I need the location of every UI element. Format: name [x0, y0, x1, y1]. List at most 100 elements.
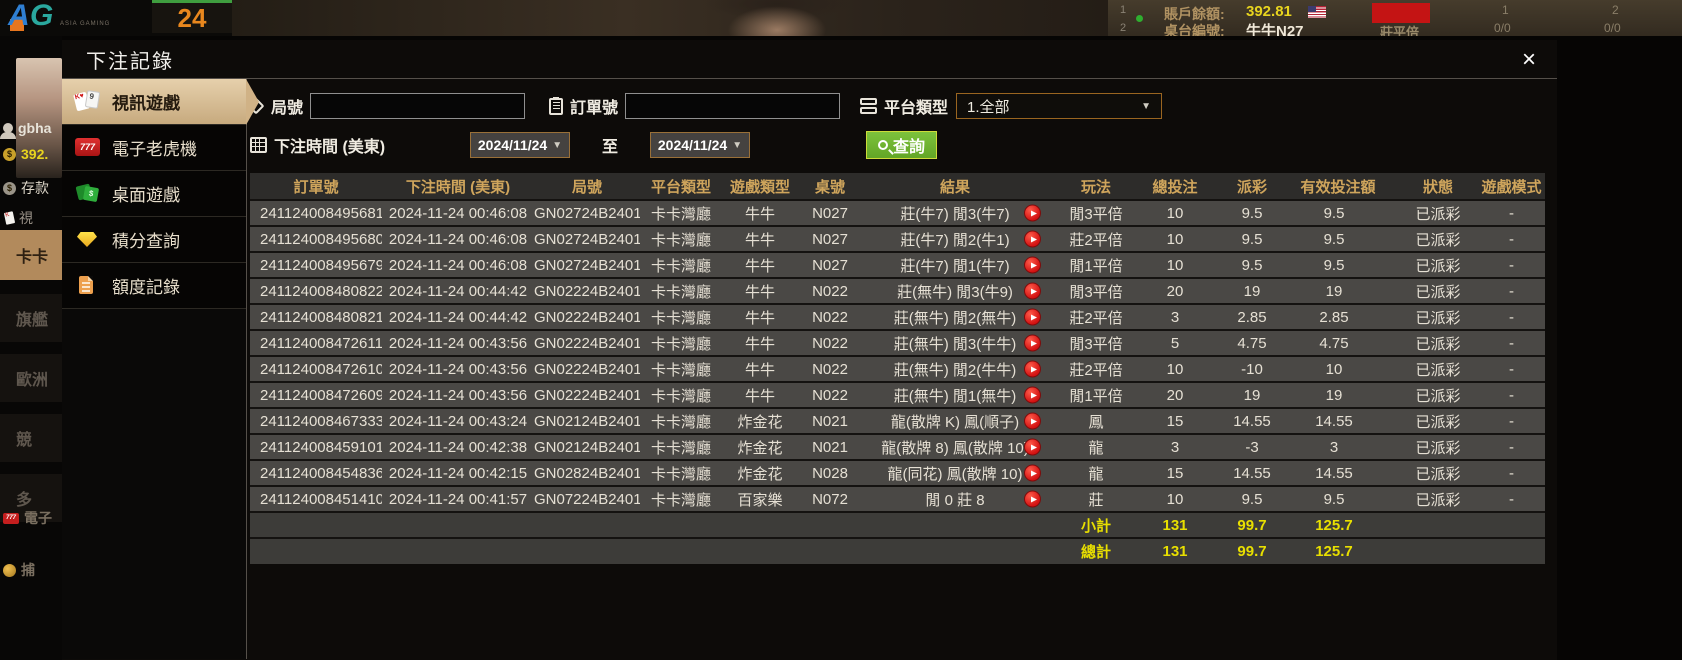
cell-time: 2024-11-24 00:46:08	[382, 199, 534, 226]
cell-total: 20	[1144, 277, 1222, 304]
cell-status: 已派彩	[1398, 251, 1478, 278]
us-flag-icon	[1308, 6, 1326, 18]
video-nav-label: 視	[19, 210, 33, 226]
menu-item-video-games[interactable]: K♥ 9 視訊遊戲	[62, 79, 259, 125]
menu-item-points[interactable]: 積分查詢	[62, 217, 246, 263]
table-games-icon: $	[75, 182, 102, 205]
table-row: 241124008472609 2024-11-24 00:43:56 GN0222…	[250, 381, 1545, 408]
countdown-timer: 24	[152, 0, 232, 33]
grand-total-valid-bet: 125.7	[1298, 537, 1398, 564]
cell-total: 10	[1144, 355, 1222, 382]
cell-payout: 9.5	[1222, 485, 1298, 512]
cell-order: 241124008472610	[250, 355, 382, 382]
order-number-input[interactable]	[625, 93, 841, 119]
cell-mode: -	[1478, 199, 1545, 226]
sidebar-balance: 392.	[21, 146, 49, 162]
subtotal-total-bet: 131	[1144, 511, 1222, 538]
date-to-picker[interactable]: 2024/11/24 ▼	[650, 132, 750, 158]
table-row: 241124008495680 2024-11-24 00:46:08 GN0272…	[250, 225, 1545, 252]
cell-valid: 9.5	[1298, 251, 1398, 278]
subtotal-valid-bet: 125.7	[1298, 511, 1398, 538]
menu-item-table-games[interactable]: $ 桌面遊戲	[62, 171, 246, 217]
deposit-label: 存款	[21, 180, 49, 196]
round-number-input[interactable]	[310, 93, 526, 119]
menu-label: 桌面遊戲	[112, 186, 180, 205]
cell-time: 2024-11-24 00:41:57	[382, 485, 534, 512]
server-icon	[860, 98, 878, 114]
cell-platform: 卡卡灣廳	[640, 485, 722, 512]
bet-records-modal: 下注記錄 × K♥ 9 視訊遊戲 777 電子老虎機 $ 桌面遊戲 積分查詢 額…	[62, 40, 1557, 660]
table-row: 241124008480821 2024-11-24 00:44:42 GN0222…	[250, 303, 1545, 330]
platform-type-select[interactable]: 1.全部 ▼	[956, 93, 1163, 119]
menu-item-quota-records[interactable]: 額度記錄	[62, 263, 246, 309]
filter-row-1: 局號 訂單號 平台類型 1.全部 ▼	[247, 91, 1545, 121]
filter-row-2: 下注時間 (美東) 2024/11/24 ▼ 至 2024/11/24 ▼ 查詢	[250, 130, 1545, 160]
empty-cell	[1478, 511, 1545, 538]
result-text: 莊(無牛) 閒2(牛牛)	[893, 361, 1017, 379]
fish-icon	[3, 563, 16, 577]
cell-mode: -	[1478, 459, 1545, 486]
cards-icon: K	[3, 211, 16, 225]
replay-button[interactable]	[1024, 490, 1041, 508]
replay-button[interactable]	[1024, 334, 1041, 352]
replay-button[interactable]	[1024, 308, 1041, 326]
logo-letter-a: A	[8, 0, 30, 32]
cell-valid: 19	[1298, 277, 1398, 304]
cell-time: 2024-11-24 00:42:15	[382, 459, 534, 486]
username-row: gbha	[0, 120, 52, 139]
logo-letter-g: G	[30, 0, 54, 32]
menu-item-slots[interactable]: 777 電子老虎機	[62, 125, 246, 171]
replay-button[interactable]	[1024, 438, 1041, 456]
replay-button[interactable]	[1024, 464, 1041, 482]
cell-platform: 卡卡灣廳	[640, 459, 722, 486]
bet-records-table: 訂單號 下注時間 (美東) 局號 平台類型 遊戲類型 桌號 結果 玩法 總投注 派彩 有效投注額 狀態…	[250, 173, 1545, 564]
replay-button[interactable]	[1024, 256, 1041, 274]
cell-table: N021	[798, 433, 862, 460]
cell-total: 5	[1144, 329, 1222, 356]
ag-logo: A G ASIA GAMING	[8, 0, 118, 35]
cell-time: 2024-11-24 00:43:56	[382, 355, 534, 382]
cell-mode: -	[1478, 485, 1545, 512]
replay-button[interactable]	[1024, 412, 1041, 430]
cell-platform: 卡卡灣廳	[640, 199, 722, 226]
table-body: 241124008495681 2024-11-24 00:46:08 GN0272…	[250, 199, 1545, 512]
cell-result: 莊(牛7) 閒2(牛1)	[862, 225, 1048, 252]
replay-button[interactable]	[1024, 282, 1041, 300]
empty-cell	[1398, 537, 1478, 564]
cell-play: 閒3平倍	[1048, 199, 1144, 226]
cell-valid: 9.5	[1298, 199, 1398, 226]
replay-button[interactable]	[1024, 386, 1041, 404]
cell-result: 莊(牛7) 閒3(牛7)	[862, 199, 1048, 226]
cell-round: GN02824B2401T	[534, 459, 640, 486]
cell-mode: -	[1478, 381, 1545, 408]
order-number-label: 訂單號	[570, 100, 619, 117]
cell-game: 炸金花	[722, 459, 798, 486]
search-button[interactable]: 查詢	[866, 131, 938, 159]
cell-total: 10	[1144, 485, 1222, 512]
cell-order: 241124008472609	[250, 381, 382, 408]
order-number-label-group: 訂單號	[549, 94, 618, 118]
cell-payout: 2.85	[1222, 303, 1298, 330]
cell-total: 20	[1144, 381, 1222, 408]
result-text: 莊(無牛) 閒3(牛9)	[897, 283, 1013, 301]
sidebar-item-europe: 歐洲	[0, 354, 62, 402]
cell-valid: 14.55	[1298, 407, 1398, 434]
cell-round: GN02224B24016	[534, 303, 640, 330]
result-text: 龍(散牌 K) 鳳(順子)	[890, 413, 1020, 431]
column-header: 訂單號	[250, 173, 382, 200]
platform-type-label: 平台類型	[884, 100, 949, 117]
playing-cards-icon: K♥ 9	[73, 90, 102, 113]
cell-total: 15	[1144, 407, 1222, 434]
replay-button[interactable]	[1024, 360, 1041, 378]
result-text: 龍(同花) 鳳(散牌 10)	[887, 465, 1023, 483]
cell-status: 已派彩	[1398, 329, 1478, 356]
date-from-picker[interactable]: 2024/11/24 ▼	[470, 132, 570, 158]
person-icon	[0, 123, 16, 139]
username: gbha	[18, 120, 52, 136]
cell-order: 241124008454836	[250, 459, 382, 486]
chevron-down-icon: ▼	[552, 139, 563, 151]
replay-button[interactable]	[1024, 204, 1041, 222]
replay-button[interactable]	[1024, 230, 1041, 248]
close-icon[interactable]: ×	[1515, 46, 1543, 74]
cell-result: 莊(無牛) 閒1(無牛)	[862, 381, 1048, 408]
